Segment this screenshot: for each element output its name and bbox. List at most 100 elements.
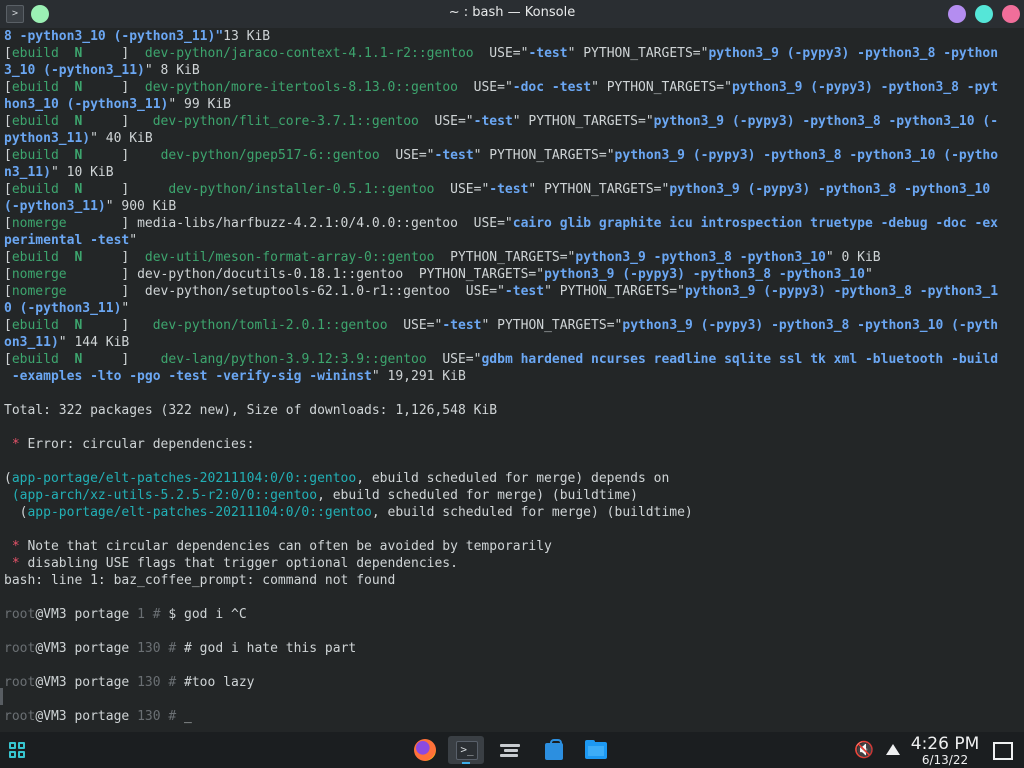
terminal-segment: (app-arch/xz-utils-5.2.5-r2:0/0::gentoo bbox=[4, 488, 318, 503]
terminal-segment: ebuild bbox=[11, 80, 59, 95]
terminal-line: hon3_10 (-python3_11)" 99 KiB bbox=[4, 96, 1022, 113]
terminal-line: * Note that circular dependencies can of… bbox=[4, 538, 1022, 555]
terminal-output[interactable]: 8 -python3_10 (-python3_11)"13 KiB [ebuil… bbox=[0, 28, 1024, 732]
terminal-segment: ] dev-python/docutils-0.18.1::gentoo PYT… bbox=[66, 267, 545, 282]
system-settings-icon[interactable] bbox=[496, 736, 524, 764]
terminal-segment: -examples -lto -pgo -test -verify-sig -w… bbox=[4, 369, 372, 384]
terminal-segment bbox=[59, 80, 75, 95]
terminal-line: (-python3_11)" 900 KiB bbox=[4, 198, 1022, 215]
terminal-segment: " PYTHON_TARGETS=" bbox=[591, 80, 732, 95]
terminal-line: [ebuild N ] dev-python/installer-0.5.1::… bbox=[4, 181, 1022, 198]
terminal-segment: _ bbox=[184, 709, 192, 724]
scroll-marker bbox=[0, 688, 3, 705]
terminal-segment: , ebuild scheduled for merge) depends on bbox=[356, 471, 670, 486]
terminal-line: [ebuild N ] dev-lang/python-3.9.12:3.9::… bbox=[4, 351, 1022, 368]
terminal-segment: dev-python/gpep517-6::gentoo bbox=[160, 148, 380, 163]
terminal-line: python3_11)" 40 KiB bbox=[4, 130, 1022, 147]
terminal-segment: " 99 KiB bbox=[168, 97, 231, 112]
active-indicator bbox=[462, 762, 470, 764]
terminal-line: 3_10 (-python3_11)" 8 KiB bbox=[4, 62, 1022, 79]
terminal-segment: nomerge bbox=[11, 216, 67, 231]
terminal-segment: app-portage/elt-patches-20211104:0/0::ge… bbox=[27, 505, 372, 520]
terminal-text: 8 -python3_10 (-python3_11)"13 KiB [ebuil… bbox=[4, 28, 1022, 725]
terminal-segment: @VM3 portage bbox=[35, 675, 138, 690]
terminal-line: (app-arch/xz-utils-5.2.5-r2:0/0::gentoo,… bbox=[4, 487, 1022, 504]
terminal-segment: ] bbox=[82, 46, 145, 61]
terminal-segment: ] dev-python/setuptools-62.1.0-r1::gento… bbox=[66, 284, 505, 299]
terminal-segment: ebuild bbox=[11, 182, 59, 197]
terminal-segment: 130 bbox=[137, 709, 161, 724]
terminal-segment: gdbm hardened ncurses readline sqlite ss… bbox=[481, 352, 999, 367]
terminal-line: -examples -lto -pgo -test -verify-sig -w… bbox=[4, 368, 1022, 385]
terminal-segment: dev-lang/python-3.9.12:3.9::gentoo bbox=[160, 352, 427, 367]
terminal-segment bbox=[59, 250, 75, 265]
close-button[interactable] bbox=[1002, 5, 1020, 23]
terminal-segment: $ god i ^C bbox=[168, 607, 247, 622]
terminal-segment: python3_9 (-pypy3) -python3_8 -python3_1… bbox=[544, 267, 865, 282]
terminal-segment: #too lazy bbox=[184, 675, 255, 690]
terminal-segment: perimental -test bbox=[4, 233, 130, 248]
app-launcher-icon[interactable] bbox=[5, 736, 33, 764]
terminal-segment: " bbox=[121, 301, 130, 316]
discover-icon[interactable] bbox=[540, 736, 568, 764]
terminal-segment: @VM3 portage bbox=[35, 709, 138, 724]
terminal-segment: nomerge bbox=[11, 284, 67, 299]
terminal-segment: on3_11) bbox=[4, 335, 59, 350]
terminal-segment: " 40 KiB bbox=[90, 131, 153, 146]
maximize-button[interactable] bbox=[975, 5, 993, 23]
minimize-button[interactable] bbox=[948, 5, 966, 23]
terminal-segment: ] media-libs/harfbuzz-4.2.1:0/4.0.0::gen… bbox=[66, 216, 513, 231]
terminal-segment: " 8 KiB bbox=[144, 63, 200, 78]
terminal-segment: disabling USE flags that trigger optiona… bbox=[27, 556, 458, 571]
terminal-line: (app-portage/elt-patches-20211104:0/0::g… bbox=[4, 504, 1022, 521]
terminal-segment: python3_9 (-pypy3) -python3_8 -python3_1… bbox=[622, 318, 999, 333]
terminal-segment bbox=[59, 352, 75, 367]
terminal-segment: " PYTHON_TARGETS=" bbox=[512, 114, 654, 129]
terminal-segment: USE=" bbox=[418, 114, 474, 129]
terminal-segment: root bbox=[4, 641, 36, 656]
terminal-segment: ] bbox=[82, 114, 153, 129]
terminal-segment: " PYTHON_TARGETS=" bbox=[528, 182, 670, 197]
terminal-segment: python3_9 (-pypy3) -python3_8 -pyt bbox=[731, 80, 999, 95]
terminal-segment: dev-python/more-itertools-8.13.0::gentoo bbox=[144, 80, 458, 95]
terminal-segment: Total: 322 packages (322 new), Size of d… bbox=[4, 403, 498, 418]
terminal-segment: PYTHON_TARGETS=" bbox=[434, 250, 576, 265]
terminal-segment: " 10 KiB bbox=[50, 165, 114, 180]
terminal-segment: -test bbox=[504, 284, 545, 299]
terminal-segment: , ebuild scheduled for merge) (buildtime… bbox=[317, 488, 638, 503]
volume-muted-icon[interactable]: 🔇 bbox=[850, 736, 878, 764]
terminal-segment bbox=[59, 114, 75, 129]
terminal-segment: cairo glib graphite icu introspection tr… bbox=[512, 216, 999, 231]
terminal-line: [nomerge ] media-libs/harfbuzz-4.2.1:0/4… bbox=[4, 215, 1022, 232]
dolphin-files-icon[interactable] bbox=[582, 736, 610, 764]
terminal-segment: " bbox=[864, 267, 873, 282]
terminal-segment: [ bbox=[4, 267, 12, 282]
terminal-segment: [ bbox=[4, 114, 12, 129]
terminal-segment: -test bbox=[442, 318, 482, 333]
firefox-icon[interactable] bbox=[411, 736, 439, 764]
terminal-segment: USE=" bbox=[457, 80, 513, 95]
clock-time[interactable]: 4:26 PM bbox=[900, 734, 990, 754]
terminal-segment: python3_9 (-pypy3) -python3_8 -python3_1 bbox=[684, 284, 999, 299]
terminal-segment: dev-python/installer-0.5.1::gentoo bbox=[168, 182, 435, 197]
terminal-segment: * bbox=[4, 437, 28, 452]
terminal-segment: # god i hate this part bbox=[184, 641, 357, 656]
terminal-segment: python3_9 (-pypy3) -python3_8 -python3_1… bbox=[653, 114, 999, 129]
terminal-line: n3_11)" 10 KiB bbox=[4, 164, 1022, 181]
terminal-segment: dev-python/tomli-2.0.1::gentoo bbox=[152, 318, 388, 333]
terminal-segment: 1 bbox=[137, 607, 145, 622]
show-desktop-icon[interactable] bbox=[990, 736, 1018, 764]
terminal-segment bbox=[59, 46, 75, 61]
konsole-task-button[interactable]: >_ bbox=[448, 736, 484, 764]
window-title: ~ : bash — Konsole bbox=[448, 5, 576, 20]
terminal-line: [nomerge ] dev-python/docutils-0.18.1::g… bbox=[4, 266, 1022, 283]
terminal-segment: python3_9 (-pypy3) -python3_8 -python bbox=[708, 46, 999, 61]
window-titlebar[interactable]: > ~ : bash — Konsole bbox=[0, 0, 1024, 28]
terminal-segment bbox=[59, 318, 75, 333]
terminal-segment: ] bbox=[82, 80, 145, 95]
clock-date[interactable]: 6/13/22 bbox=[900, 753, 990, 767]
